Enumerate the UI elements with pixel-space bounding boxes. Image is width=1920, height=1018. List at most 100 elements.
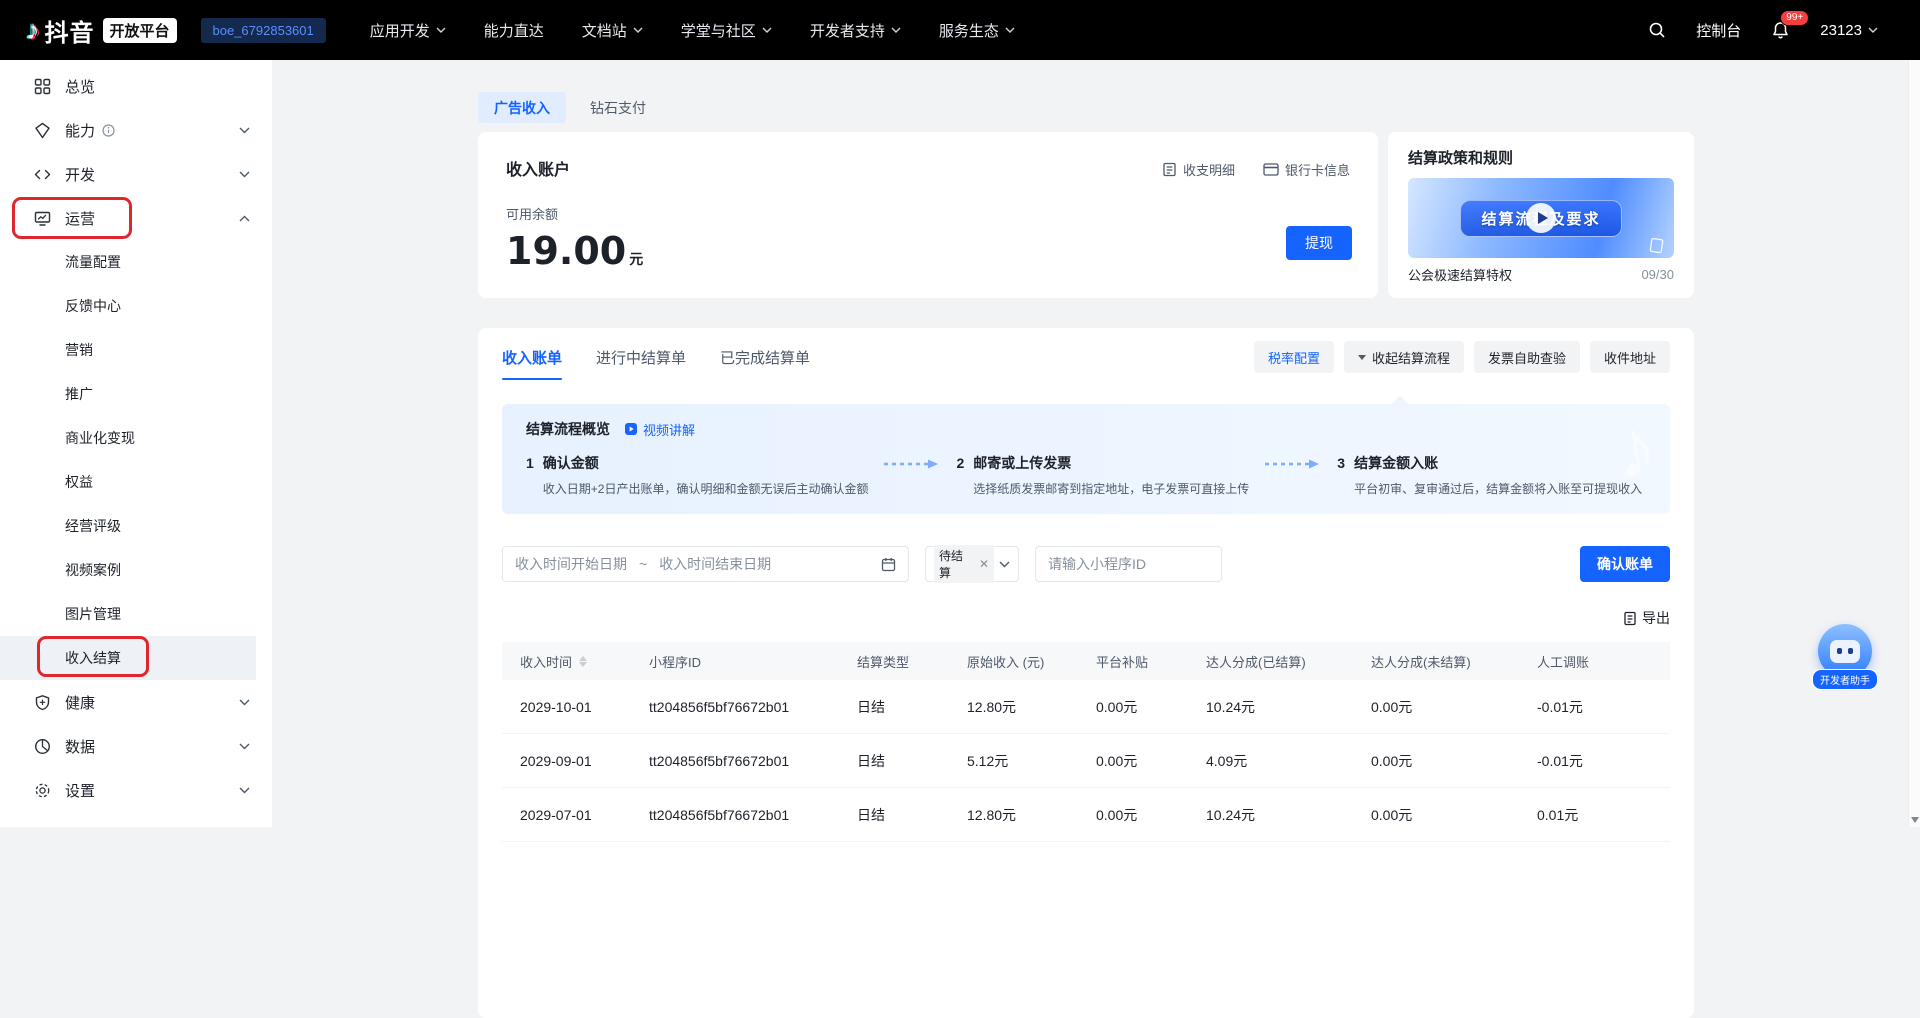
flow-step-3: 3 结算金额入账 平台初审、复审通过后，结算金额将入账至可提现收入 xyxy=(1337,454,1642,497)
sidebar-item-label: 数据 xyxy=(65,736,95,757)
cell-settlement-type: 日结 xyxy=(839,697,949,717)
sidebar-item-video-cases[interactable]: 视频案例 xyxy=(0,548,272,592)
chevron-down-icon xyxy=(762,27,772,33)
tax-rate-config-button[interactable]: 税率配置 xyxy=(1254,341,1334,373)
cell-creator-share-settled: 4.09元 xyxy=(1188,751,1353,771)
nav-item-developer-support[interactable]: 开发者支持 xyxy=(810,20,901,41)
tab-in-progress-settlement[interactable]: 进行中结算单 xyxy=(596,328,686,386)
step-title: 邮寄或上传发票 xyxy=(973,455,1071,471)
tab-income-bill[interactable]: 收入账单 xyxy=(502,328,562,386)
navbar-right: 控制台 99+ 23123 xyxy=(1648,20,1878,41)
tab-ad-revenue[interactable]: 广告收入 xyxy=(478,92,566,123)
status-tag-pending: 待结算 ✕ xyxy=(934,545,994,583)
console-link[interactable]: 控制台 xyxy=(1696,20,1741,41)
income-account-card: 收入账户 收支明细 银行卡信息 可用余额 19.00 元 提现 xyxy=(478,132,1378,298)
nav-item-app-development[interactable]: 应用开发 xyxy=(370,20,446,41)
button-label: 收起结算流程 xyxy=(1372,348,1450,367)
cell-platform-subsidy: 0.00元 xyxy=(1078,805,1188,825)
nav-item-service-ecosystem[interactable]: 服务生态 xyxy=(939,20,1015,41)
notifications-button[interactable]: 99+ xyxy=(1771,21,1790,40)
collapse-settlement-flow-button[interactable]: 收起结算流程 xyxy=(1344,341,1464,373)
remove-tag-icon[interactable]: ✕ xyxy=(979,558,989,570)
sidebar-item-settings[interactable]: 设置 xyxy=(0,768,272,812)
flow-video-link[interactable]: 视频讲解 xyxy=(624,420,695,439)
sidebar-item-operation[interactable]: 运营 xyxy=(0,196,272,240)
settlement-status-select[interactable]: 待结算 ✕ xyxy=(925,546,1019,582)
tag-label: 待结算 xyxy=(939,547,974,581)
bank-card-info-link[interactable]: 银行卡信息 xyxy=(1263,160,1350,179)
developer-assistant-widget[interactable]: 开发者助手 xyxy=(1810,624,1880,690)
invoice-self-check-button[interactable]: 发票自助查验 xyxy=(1474,341,1580,373)
income-expense-detail-link[interactable]: 收支明细 xyxy=(1162,160,1235,179)
sidebar-item-data[interactable]: 数据 xyxy=(0,724,272,768)
confirm-bill-button[interactable]: 确认账单 xyxy=(1580,546,1670,582)
settlement-video-thumbnail[interactable]: 结算流程及要求 xyxy=(1408,178,1674,258)
column-header-miniapp-id: 小程序ID xyxy=(631,652,839,671)
caret-down-icon xyxy=(1358,355,1366,360)
cell-miniapp-id: tt204856f5bf76672b01 xyxy=(631,807,839,823)
link-label: 视频讲解 xyxy=(643,420,695,439)
cell-miniapp-id: tt204856f5bf76672b01 xyxy=(631,753,839,769)
nav-item-docs[interactable]: 文档站 xyxy=(582,20,643,41)
sort-arrows-icon[interactable] xyxy=(579,656,587,667)
tab-diamond-payment[interactable]: 钻石支付 xyxy=(574,92,662,123)
flow-title-row: 结算流程概览 视频讲解 xyxy=(526,419,1646,439)
sidebar-item-capability[interactable]: 能力 xyxy=(0,108,272,152)
withdraw-button[interactable]: 提现 xyxy=(1286,226,1352,260)
scroll-down-arrow-icon[interactable] xyxy=(1911,817,1919,823)
table-row[interactable]: 2029-09-01 tt204856f5bf76672b01 日结 5.12元… xyxy=(502,734,1670,788)
develop-icon xyxy=(34,165,52,183)
info-icon xyxy=(102,124,115,137)
table-row[interactable]: 2029-07-01 tt204856f5bf76672b01 日结 12.80… xyxy=(502,788,1670,842)
username: 23123 xyxy=(1820,22,1862,39)
sidebar-item-label: 运营 xyxy=(65,208,95,229)
sidebar-item-income-settlement[interactable]: 收入结算 xyxy=(0,636,272,680)
guild-settlement-privilege-link[interactable]: 公会极速结算特权 xyxy=(1408,265,1512,284)
sidebar-item-traffic-config[interactable]: 流量配置 xyxy=(0,240,272,284)
play-icon[interactable] xyxy=(1526,203,1556,233)
step-description: 选择纸质发票邮寄到指定地址，电子发票可直接上传 xyxy=(973,480,1249,497)
export-button[interactable]: 导出 xyxy=(1623,608,1670,628)
miniapp-id-input[interactable] xyxy=(1035,546,1222,582)
column-header-income-time[interactable]: 收入时间 xyxy=(502,652,631,671)
nav-item-label: 能力直达 xyxy=(484,20,544,41)
left-sidebar: 总览 能力 开发 运营 流量配置 反馈中心 营销 推广 商业化变现 xyxy=(0,60,272,827)
user-menu[interactable]: 23123 xyxy=(1820,22,1878,39)
nav-item-label: 学堂与社区 xyxy=(681,20,756,41)
bill-actions: 税率配置 收起结算流程 发票自助查验 收件地址 xyxy=(1254,341,1670,373)
top-navbar: ♪ 抖音 开放平台 boe_6792853601 应用开发 能力直达 文档站 学… xyxy=(0,0,1920,60)
dotted-arrow-icon xyxy=(1265,459,1321,469)
sidebar-item-development[interactable]: 开发 xyxy=(0,152,272,196)
settlement-flow-panel: ♪ 结算流程概览 视频讲解 1 确认金额 收入日期+2日产出账单，确认明细和金额… xyxy=(502,404,1670,514)
sidebar-item-promotion[interactable]: 推广 xyxy=(0,372,272,416)
sidebar-item-monetization[interactable]: 商业化变现 xyxy=(0,416,272,460)
balance-value: 19.00 xyxy=(506,229,626,273)
sidebar-item-feedback-center[interactable]: 反馈中心 xyxy=(0,284,272,328)
table-row[interactable]: 2029-10-01 tt204856f5bf76672b01 日结 12.80… xyxy=(502,680,1670,734)
balance-row: 19.00 元 xyxy=(506,229,1350,273)
tab-completed-settlement[interactable]: 已完成结算单 xyxy=(720,328,810,386)
settlement-policy-card: 结算政策和规则 结算流程及要求 公会极速结算特权 09/30 xyxy=(1388,132,1694,298)
income-date-range-picker[interactable]: 收入时间开始日期 ~ 收入时间结束日期 xyxy=(502,546,909,582)
date-start-placeholder: 收入时间开始日期 xyxy=(515,554,627,574)
cell-settlement-type: 日结 xyxy=(839,751,949,771)
date-end-placeholder: 收入时间结束日期 xyxy=(659,554,771,574)
sidebar-item-overview[interactable]: 总览 xyxy=(0,64,272,108)
chevron-down-icon xyxy=(239,699,250,706)
sidebar-item-benefits[interactable]: 权益 xyxy=(0,460,272,504)
search-icon[interactable] xyxy=(1648,21,1666,39)
sidebar-item-marketing[interactable]: 营销 xyxy=(0,328,272,372)
link-label: 收支明细 xyxy=(1183,160,1235,179)
cell-manual-adjustment: -0.01元 xyxy=(1519,697,1670,717)
vertical-scrollbar[interactable] xyxy=(1908,60,1920,827)
cell-creator-share-unsettled: 0.00元 xyxy=(1353,697,1519,717)
sidebar-item-business-rating[interactable]: 经营评级 xyxy=(0,504,272,548)
cell-income-time: 2029-09-01 xyxy=(502,753,631,769)
mailing-address-button[interactable]: 收件地址 xyxy=(1590,341,1670,373)
nav-item-academy-community[interactable]: 学堂与社区 xyxy=(681,20,772,41)
nav-item-capability-direct[interactable]: 能力直达 xyxy=(484,20,544,41)
sidebar-item-image-management[interactable]: 图片管理 xyxy=(0,592,272,636)
sidebar-item-label: 开发 xyxy=(65,164,95,185)
step-title: 确认金额 xyxy=(543,455,599,471)
sidebar-item-health[interactable]: 健康 xyxy=(0,680,272,724)
